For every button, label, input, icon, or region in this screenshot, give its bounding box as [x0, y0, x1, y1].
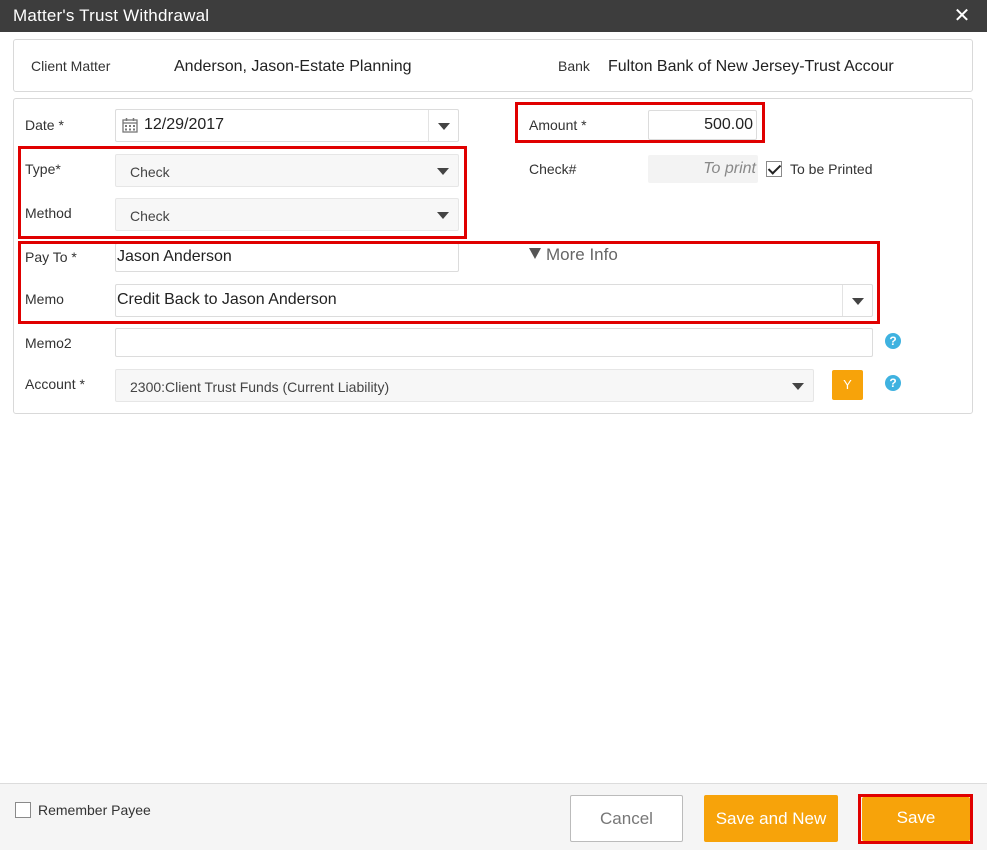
- date-value: 12/29/2017: [144, 116, 225, 133]
- type-value: Check: [130, 164, 170, 180]
- more-info-toggle[interactable]: More Info: [529, 245, 618, 265]
- type-select[interactable]: Check: [115, 154, 459, 187]
- chevron-down-icon[interactable]: [428, 110, 458, 141]
- remember-payee-label: Remember Payee: [38, 802, 151, 818]
- client-matter-label: Client Matter: [31, 58, 111, 74]
- memo-combobox[interactable]: Credit Back to Jason Anderson: [115, 284, 873, 317]
- triangle-down-icon: [529, 248, 541, 259]
- account-value: 2300:Client Trust Funds (Current Liabili…: [130, 379, 390, 395]
- check-number-input[interactable]: To print: [648, 155, 758, 183]
- to-be-printed-checkbox[interactable]: [766, 161, 782, 177]
- cancel-button[interactable]: Cancel: [570, 795, 683, 842]
- client-matter-value: Anderson, Jason-Estate Planning: [174, 58, 412, 75]
- save-button[interactable]: Save: [862, 797, 970, 841]
- memo2-help-icon[interactable]: ?: [885, 333, 901, 349]
- chevron-down-icon[interactable]: [428, 199, 458, 230]
- bank-value: Fulton Bank of New Jersey-Trust Accour: [608, 58, 894, 75]
- chevron-down-icon[interactable]: [428, 155, 458, 186]
- amount-value: 500.00: [704, 116, 753, 133]
- check-number-placeholder: To print: [703, 160, 756, 177]
- chevron-down-icon[interactable]: [842, 285, 872, 316]
- date-label: Date *: [25, 117, 64, 133]
- method-select[interactable]: Check: [115, 198, 459, 231]
- date-field[interactable]: 12/29/2017: [115, 109, 459, 142]
- pay-to-value: Jason Anderson: [117, 248, 232, 265]
- amount-label: Amount *: [529, 117, 587, 133]
- close-icon[interactable]: ✕: [951, 5, 973, 27]
- account-filter-button[interactable]: Y: [832, 370, 863, 400]
- save-and-new-button[interactable]: Save and New: [704, 795, 838, 842]
- type-label: Type*: [25, 161, 61, 177]
- memo-label: Memo: [25, 291, 64, 307]
- memo-value: Credit Back to Jason Anderson: [117, 291, 337, 308]
- method-label: Method: [25, 205, 72, 221]
- pay-to-label: Pay To *: [25, 249, 77, 265]
- more-info-label: More Info: [546, 245, 618, 264]
- check-number-label: Check#: [529, 161, 577, 177]
- amount-input[interactable]: 500.00: [648, 110, 757, 140]
- account-help-icon[interactable]: ?: [885, 375, 901, 391]
- account-label: Account *: [25, 376, 85, 392]
- chevron-down-icon[interactable]: [783, 370, 813, 401]
- memo2-label: Memo2: [25, 335, 72, 351]
- remember-payee-checkbox[interactable]: [15, 802, 31, 818]
- memo2-input[interactable]: [115, 328, 873, 357]
- pay-to-input[interactable]: Jason Anderson: [115, 243, 459, 272]
- title-bar: Matter's Trust Withdrawal ✕: [0, 0, 987, 32]
- method-value: Check: [130, 208, 170, 224]
- account-select[interactable]: 2300:Client Trust Funds (Current Liabili…: [115, 369, 814, 402]
- to-be-printed-label: To be Printed: [790, 161, 873, 177]
- calendar-icon[interactable]: [122, 117, 138, 133]
- window-title: Matter's Trust Withdrawal: [13, 6, 210, 25]
- bank-label: Bank: [558, 58, 590, 74]
